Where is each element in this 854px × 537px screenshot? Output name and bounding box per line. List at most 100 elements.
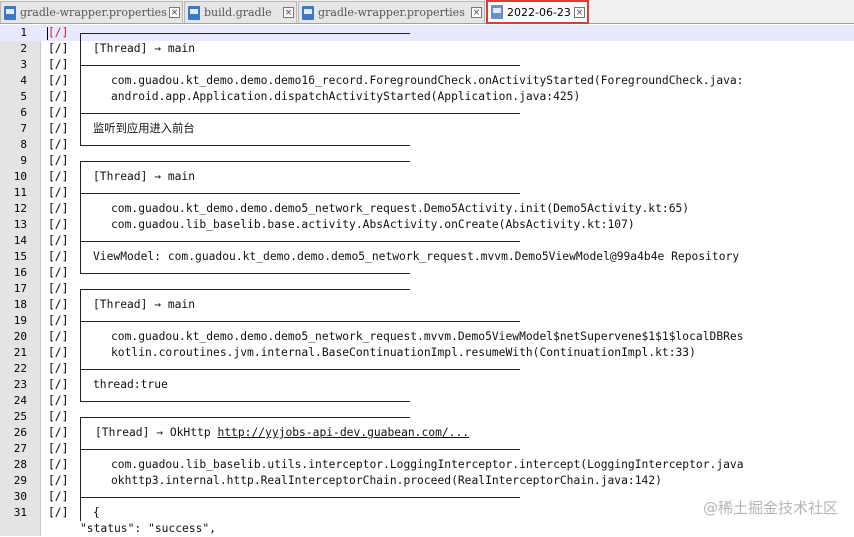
box-border-left — [80, 457, 81, 473]
box-border-left — [80, 89, 81, 105]
log-tag: [/] — [48, 506, 69, 519]
log-tag: [/] — [48, 106, 69, 119]
line-number: 3 — [20, 58, 27, 71]
editor-line: 6 [/] — [0, 105, 854, 121]
log-text: [Thread] → main — [93, 298, 196, 311]
log-tag: [/] — [48, 234, 69, 247]
tab-label: build.gradle — [204, 6, 272, 19]
box-border-left — [80, 289, 81, 297]
log-tag: [/] — [48, 138, 69, 151]
box-border-left — [80, 137, 81, 145]
tab-2022-06-23[interactable]: 2022-06-23 × — [486, 0, 589, 24]
line-number: 4 — [20, 74, 27, 87]
log-text: com.guadou.lib_baselib.base.activity.Abs… — [111, 218, 635, 231]
line-number: 31 — [13, 506, 27, 519]
tab-gradle-wrapper-properties-2[interactable]: gradle-wrapper.properties × — [298, 1, 485, 23]
log-tag: [/] — [48, 266, 69, 279]
line-number: 6 — [20, 106, 27, 119]
line-number: 19 — [13, 314, 27, 327]
box-border-left — [80, 473, 81, 489]
log-tag: [/] — [48, 218, 69, 231]
box-border-left — [80, 345, 81, 361]
editor-line: 17 [/] — [0, 281, 854, 297]
log-text: com.guadou.kt_demo.demo.demo16_record.Fo… — [111, 74, 744, 87]
log-tag: [/] — [48, 362, 69, 375]
watermark: @稀土掘金技术社区 — [702, 499, 838, 517]
box-border-line — [80, 497, 520, 498]
line-number: 20 — [13, 330, 27, 343]
log-tag: [/] — [48, 186, 69, 199]
editor-line: 27 [/] — [0, 441, 854, 457]
editor-line: 10 [/] [Thread] → main — [0, 169, 854, 185]
box-border-left — [80, 417, 81, 425]
close-icon[interactable]: × — [169, 7, 180, 18]
box-border-left — [80, 329, 81, 345]
line-number: 23 — [13, 378, 27, 391]
log-text: com.guadou.kt_demo.demo.demo5_network_re… — [111, 330, 744, 343]
editor-line: 4 [/] com.guadou.kt_demo.demo.demo16_recor… — [0, 73, 854, 89]
log-tag: [/] — [48, 426, 69, 439]
box-border-left — [80, 265, 81, 273]
log-tag: [/] — [48, 202, 69, 215]
log-tag: [/] — [48, 314, 69, 327]
tab-bar: gradle-wrapper.properties × build.gradle… — [0, 0, 854, 24]
line-number: 26 — [13, 426, 27, 439]
box-border-left — [80, 33, 81, 41]
editor-line: 1 [/] — [0, 25, 854, 41]
editor-line: 23 [/] thread:true — [0, 377, 854, 393]
line-number: 11 — [13, 186, 27, 199]
tab-gradle-wrapper-properties-1[interactable]: gradle-wrapper.properties × — [0, 1, 183, 23]
log-tag: [/] — [48, 154, 69, 167]
line-number: 29 — [13, 474, 27, 487]
box-border-left — [80, 73, 81, 89]
editor-line: 21 [/] kotlin.coroutines.jvm.internal.Base… — [0, 345, 854, 361]
box-border-line — [80, 417, 410, 418]
editor-text-area[interactable]: 1 [/] 2 [/] [Thread] → main 3 [/] 4 [/] com.guado… — [0, 25, 854, 537]
box-border-left — [80, 393, 81, 401]
log-tag: [/] — [48, 346, 69, 359]
log-text: { — [93, 506, 100, 519]
log-tag: [/] — [48, 74, 69, 87]
line-number: 24 — [13, 394, 27, 407]
close-icon[interactable]: × — [283, 7, 294, 18]
editor-line: 29 [/] okhttp3.internal.http.RealIntercept… — [0, 473, 854, 489]
url-link[interactable]: http://yyjobs-api-dev.guabean.com/... — [217, 426, 469, 439]
editor-line: 7 [/] 监听到应用进入前台 — [0, 121, 854, 137]
box-border-left — [80, 201, 81, 217]
tab-build-gradle[interactable]: build.gradle × — [184, 1, 297, 23]
box-border-left — [80, 249, 81, 265]
editor-line: 2 [/] [Thread] → main — [0, 41, 854, 57]
log-tag: [/] — [48, 58, 69, 71]
editor-line: 28 [/] com.guadou.lib_baselib.utils.interc… — [0, 457, 854, 473]
log-text: com.guadou.kt_demo.demo.demo5_network_re… — [111, 202, 690, 215]
editor-line: "status": "success", — [0, 521, 854, 537]
log-text: okhttp3.internal.http.RealInterceptorCha… — [111, 474, 662, 487]
log-tag: [/] — [48, 122, 69, 135]
editor-line: 5 [/] android.app.Application.dispatchActi… — [0, 89, 854, 105]
editor-line: 12 [/] com.guadou.kt_demo.demo.demo5_netwo… — [0, 201, 854, 217]
line-number: 18 — [13, 298, 27, 311]
editor-line: 22 [/] — [0, 361, 854, 377]
text-caret — [47, 27, 48, 40]
line-number: 17 — [13, 282, 27, 295]
box-border-left — [80, 161, 81, 169]
log-tag: [/] — [48, 394, 69, 407]
box-border-line — [80, 321, 520, 322]
log-tag: [/] — [48, 330, 69, 343]
log-tag: [/] — [48, 26, 69, 39]
close-icon[interactable]: × — [471, 7, 482, 18]
line-number: 16 — [13, 266, 27, 279]
editor-line: 11 [/] — [0, 185, 854, 201]
line-number: 15 — [13, 250, 27, 263]
box-border-left — [80, 297, 81, 313]
line-number: 13 — [13, 218, 27, 231]
editor-line: 16 [/] — [0, 265, 854, 281]
line-number: 9 — [20, 154, 27, 167]
editor-line: 9 [/] — [0, 153, 854, 169]
box-border-line — [80, 241, 520, 242]
box-border-line — [80, 401, 410, 402]
log-tag: [/] — [48, 474, 69, 487]
box-border-line — [80, 145, 410, 146]
line-number: 21 — [13, 346, 27, 359]
close-icon[interactable]: × — [574, 6, 585, 18]
